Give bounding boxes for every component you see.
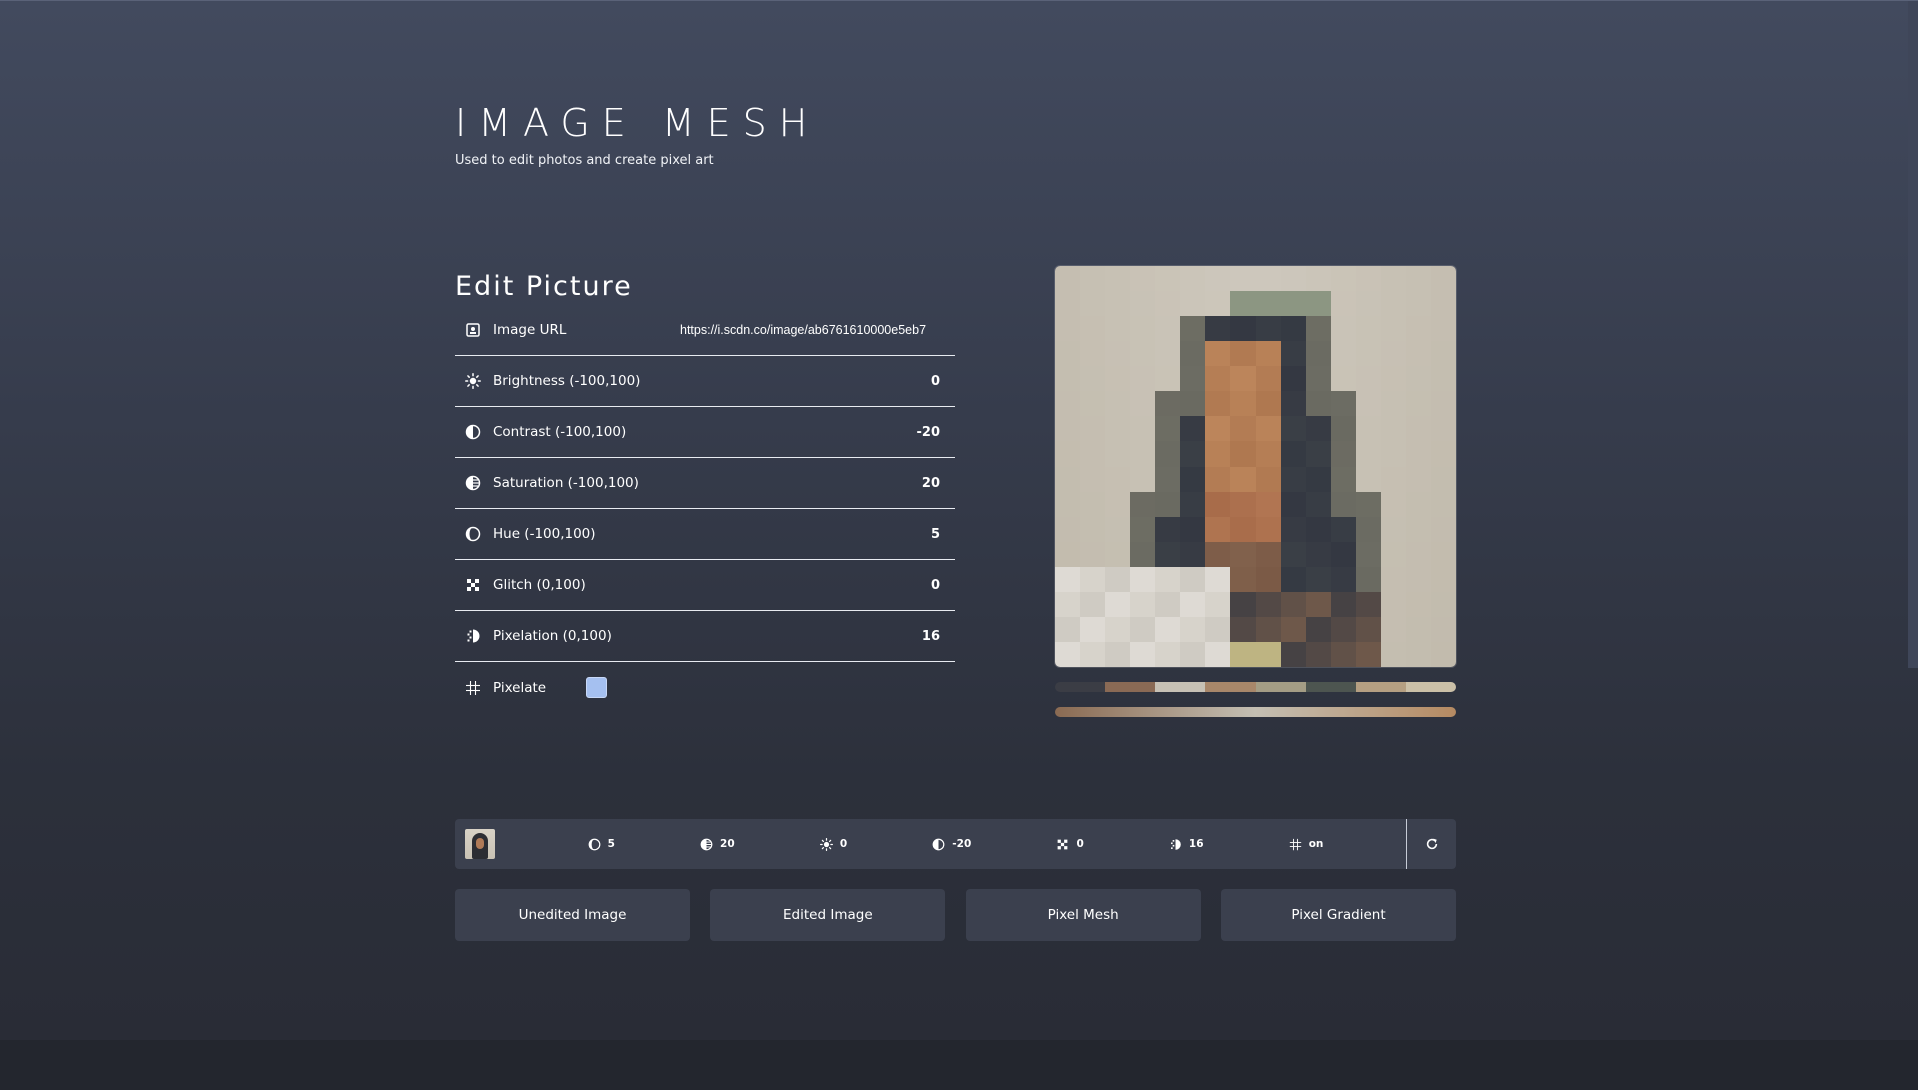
glitch-row[interactable]: Glitch (0,100) 0: [455, 560, 955, 611]
saturation-label: Saturation (-100,100): [493, 475, 639, 491]
edited-image-button[interactable]: Edited Image: [710, 889, 946, 941]
pixelate-label: Pixelate: [493, 679, 547, 696]
sun-icon: [465, 373, 481, 389]
app-title: IMAGE MESH: [455, 101, 820, 145]
pixelation-label: Pixelation (0,100): [493, 628, 612, 644]
hue-row[interactable]: Hue (-100,100) 5: [455, 509, 955, 560]
summary-brightness: 0: [819, 837, 848, 851]
palette-swatch: [1405, 682, 1456, 692]
edit-panel-title: Edit Picture: [455, 271, 633, 302]
summary-saturation: 20: [700, 838, 735, 851]
pixelate-checkbox[interactable]: [586, 677, 608, 698]
sun-icon: [819, 837, 833, 851]
palette-swatch: [1105, 682, 1156, 692]
refresh-icon: [1426, 838, 1437, 850]
color-gradient-bar: [1055, 707, 1456, 717]
contrast-icon: [465, 424, 481, 440]
contrast-icon: [932, 838, 945, 850]
palette-swatch: [1355, 682, 1406, 692]
contrast-row[interactable]: Contrast (-100,100) -20: [455, 407, 955, 458]
summary-hue: 5: [588, 838, 615, 851]
image-url-row: Image URL: [455, 305, 955, 356]
contrast-label: Contrast (-100,100): [493, 424, 627, 440]
app-background: IMAGE MESH Used to edit photos and creat…: [0, 0, 1918, 1040]
pixelate-row: Pixelate: [455, 662, 955, 713]
summary-hue-value: 5: [607, 838, 615, 850]
pixelation-icon: [465, 628, 481, 644]
pixelation-icon: [1170, 838, 1181, 850]
palette-swatch: [1055, 682, 1106, 692]
grid-icon: [1289, 838, 1301, 850]
action-buttons: Unedited Image Edited Image Pixel Mesh P…: [455, 889, 1456, 941]
saturation-value[interactable]: 20: [922, 476, 940, 491]
edit-panel: Edit Picture Image URL Brightness (-100,…: [455, 269, 955, 713]
brightness-value[interactable]: 0: [931, 374, 940, 389]
saturation-icon: [465, 475, 481, 491]
hue-value[interactable]: 5: [931, 527, 940, 542]
palette-swatch: [1305, 682, 1356, 692]
palette-swatch: [1155, 682, 1206, 692]
summary-saturation-value: 20: [720, 838, 735, 850]
summary-contrast-value: -20: [952, 838, 972, 850]
summary-brightness-value: 0: [839, 838, 848, 850]
glitch-icon: [465, 577, 481, 593]
settings-summary-bar: 5 20 0 -20 0 16 on: [455, 819, 1456, 869]
hue-icon: [588, 838, 600, 850]
unedited-image-button[interactable]: Unedited Image: [455, 889, 690, 941]
reset-button[interactable]: [1406, 819, 1456, 869]
summary-glitch-value: 0: [1076, 838, 1084, 850]
summary-glitch: 0: [1056, 838, 1084, 851]
summary-pixelation: 16: [1169, 838, 1204, 851]
brightness-label: Brightness (-100,100): [493, 373, 641, 389]
pixelation-value[interactable]: 16: [922, 629, 940, 644]
pixelation-row[interactable]: Pixelation (0,100) 16: [455, 611, 955, 662]
image-preview: [1055, 266, 1456, 667]
summary-pixelate-value: on: [1308, 838, 1324, 850]
image-thumbnail: [465, 829, 495, 859]
footer-bar: [0, 1040, 1918, 1090]
glitch-value[interactable]: 0: [931, 578, 940, 593]
color-palette-bar: [1055, 682, 1456, 692]
app-subtitle: Used to edit photos and create pixel art: [455, 153, 714, 168]
header: IMAGE MESH Used to edit photos and creat…: [455, 101, 819, 168]
saturation-row[interactable]: Saturation (-100,100) 20: [455, 458, 955, 509]
palette-swatch: [1205, 682, 1256, 692]
brightness-row[interactable]: Brightness (-100,100) 0: [455, 356, 955, 407]
contrast-value[interactable]: -20: [917, 425, 941, 440]
hue-label: Hue (-100,100): [493, 526, 596, 542]
summary-contrast: -20: [932, 838, 971, 851]
grid-icon: [465, 680, 481, 696]
image-url-label: Image URL: [493, 322, 567, 338]
pixel-gradient-button[interactable]: Pixel Gradient: [1220, 889, 1456, 941]
scrollbar[interactable]: [1908, 1, 1918, 668]
image-url-input[interactable]: [680, 323, 940, 337]
image-icon: [465, 322, 481, 338]
pixelated-portrait: [1055, 266, 1456, 667]
glitch-icon: [1058, 839, 1068, 849]
glitch-label: Glitch (0,100): [493, 577, 586, 593]
summary-pixelation-value: 16: [1188, 838, 1204, 850]
palette-swatch: [1255, 682, 1306, 692]
summary-pixelate: on: [1289, 838, 1324, 851]
hue-icon: [465, 526, 481, 542]
pixel-mesh-button[interactable]: Pixel Mesh: [965, 889, 1201, 941]
saturation-icon: [700, 838, 713, 850]
